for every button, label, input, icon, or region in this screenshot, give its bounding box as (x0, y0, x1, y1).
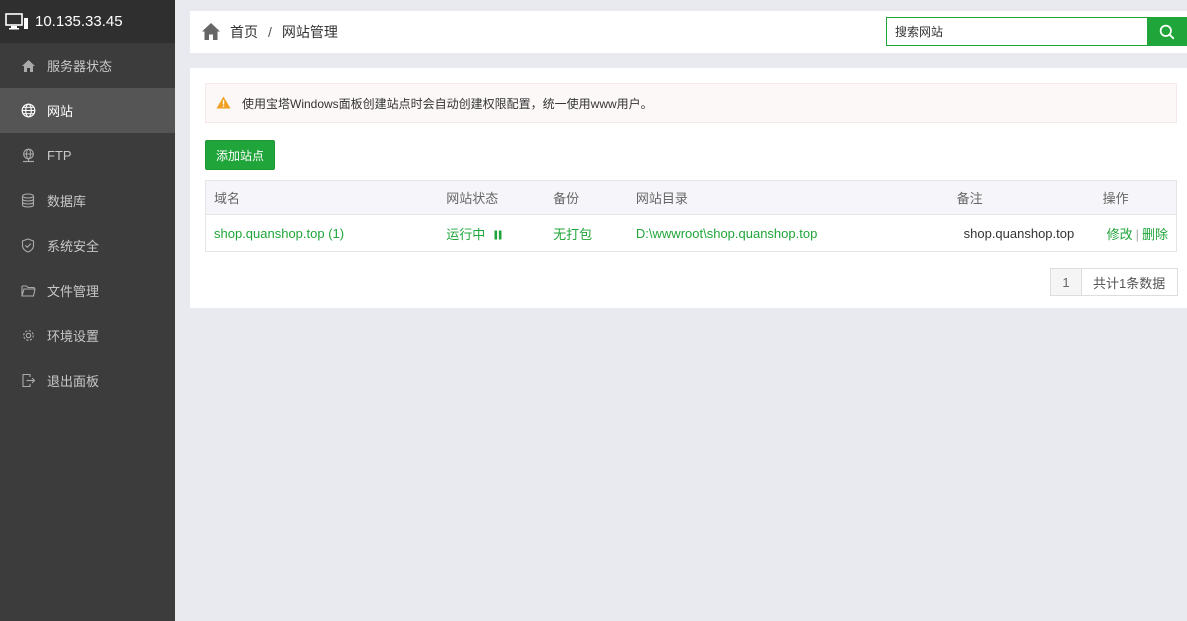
site-domain-link[interactable]: shop.quanshop.top (1) (206, 215, 439, 252)
column-header-directory[interactable]: 网站目录 (627, 180, 949, 215)
shield-icon (20, 238, 36, 254)
sidebar-item-database[interactable]: 数据库 (0, 178, 175, 223)
sidebar-item-label: 网站 (47, 104, 74, 119)
breadcrumb: 首页 / 网站管理 (190, 22, 338, 42)
edit-link[interactable]: 修改 (1107, 227, 1133, 242)
site-table: 域名 网站状态 备份 网站目录 备注 操作 shop.quanshop.top … (205, 180, 1177, 252)
ftp-icon (20, 148, 36, 164)
folder-icon (20, 283, 36, 299)
logout-icon (20, 373, 36, 389)
sidebar-item-logout[interactable]: 退出面板 (0, 358, 175, 403)
site-management-panel: 使用宝塔Windows面板创建站点时会自动创建权限配置，统一使用www用户。 添… (190, 68, 1187, 308)
sidebar: 10.135.33.45 服务器状态 网站 FTP 数据库 系统安全 文件管理 … (0, 0, 175, 621)
breadcrumb-home-link[interactable]: 首页 (230, 22, 258, 42)
search-button[interactable] (1147, 17, 1187, 46)
sidebar-item-security[interactable]: 系统安全 (0, 223, 175, 268)
server-header: 10.135.33.45 (0, 0, 175, 43)
pause-icon[interactable] (494, 230, 502, 240)
notice-text: 使用宝塔Windows面板创建站点时会自动创建权限配置，统一使用www用户。 (242, 96, 653, 111)
site-backup-link[interactable]: 无打包 (545, 215, 628, 252)
sidebar-item-ftp[interactable]: FTP (0, 133, 175, 178)
site-actions: 修改 | 删除 (1095, 215, 1177, 252)
site-status[interactable]: 运行中 (438, 215, 545, 252)
sidebar-item-label: 数据库 (47, 194, 87, 209)
delete-link[interactable]: 删除 (1142, 227, 1168, 242)
server-ip: 10.135.33.45 (35, 13, 123, 30)
sidebar-item-server-status[interactable]: 服务器状态 (0, 43, 175, 88)
column-header-status[interactable]: 网站状态 (438, 180, 546, 215)
add-site-button[interactable]: 添加站点 (205, 140, 275, 170)
action-divider: | (1135, 226, 1139, 242)
table-row: shop.quanshop.top (1) 运行中 无打包 D:\wwwroot… (206, 215, 1177, 252)
sidebar-item-label: 文件管理 (47, 284, 100, 299)
column-header-actions: 操作 (1094, 180, 1177, 215)
database-icon (20, 193, 36, 209)
sidebar-item-label: 系统安全 (47, 239, 100, 254)
site-status-text: 运行中 (446, 226, 486, 242)
notice-banner: 使用宝塔Windows面板创建站点时会自动创建权限配置，统一使用www用户。 (205, 83, 1177, 123)
sidebar-item-settings[interactable]: 环境设置 (0, 313, 175, 358)
gear-icon (20, 328, 36, 344)
site-directory-link[interactable]: D:\wwwroot\shop.quanshop.top (628, 215, 949, 252)
breadcrumb-separator: / (268, 24, 272, 40)
column-header-domain[interactable]: 域名 (205, 180, 439, 215)
column-header-backup[interactable]: 备份 (545, 180, 628, 215)
sidebar-item-files[interactable]: 文件管理 (0, 268, 175, 313)
table-header-row: 域名 网站状态 备份 网站目录 备注 操作 (205, 180, 1177, 215)
home-icon (201, 22, 221, 42)
sidebar-item-label: 退出面板 (47, 374, 100, 389)
pagination: 1 共计1条数据 (1050, 268, 1179, 296)
home-icon (20, 58, 36, 74)
globe-icon (20, 103, 36, 119)
page-number[interactable]: 1 (1051, 269, 1082, 295)
topbar: 首页 / 网站管理 (190, 11, 1187, 53)
sidebar-item-label: 环境设置 (47, 329, 100, 344)
search-icon (1159, 24, 1175, 40)
sidebar-item-label: FTP (47, 148, 72, 163)
search-box (886, 17, 1187, 46)
breadcrumb-current: 网站管理 (281, 24, 338, 40)
column-header-remark[interactable]: 备注 (948, 180, 1095, 215)
warning-icon (216, 96, 231, 110)
site-remark[interactable]: shop.quanshop.top (949, 215, 1095, 252)
total-count: 共计1条数据 (1093, 275, 1166, 291)
monitor-icon (5, 12, 29, 32)
sidebar-item-website[interactable]: 网站 (0, 88, 175, 133)
sidebar-item-label: 服务器状态 (47, 59, 113, 74)
search-input[interactable] (886, 17, 1147, 46)
